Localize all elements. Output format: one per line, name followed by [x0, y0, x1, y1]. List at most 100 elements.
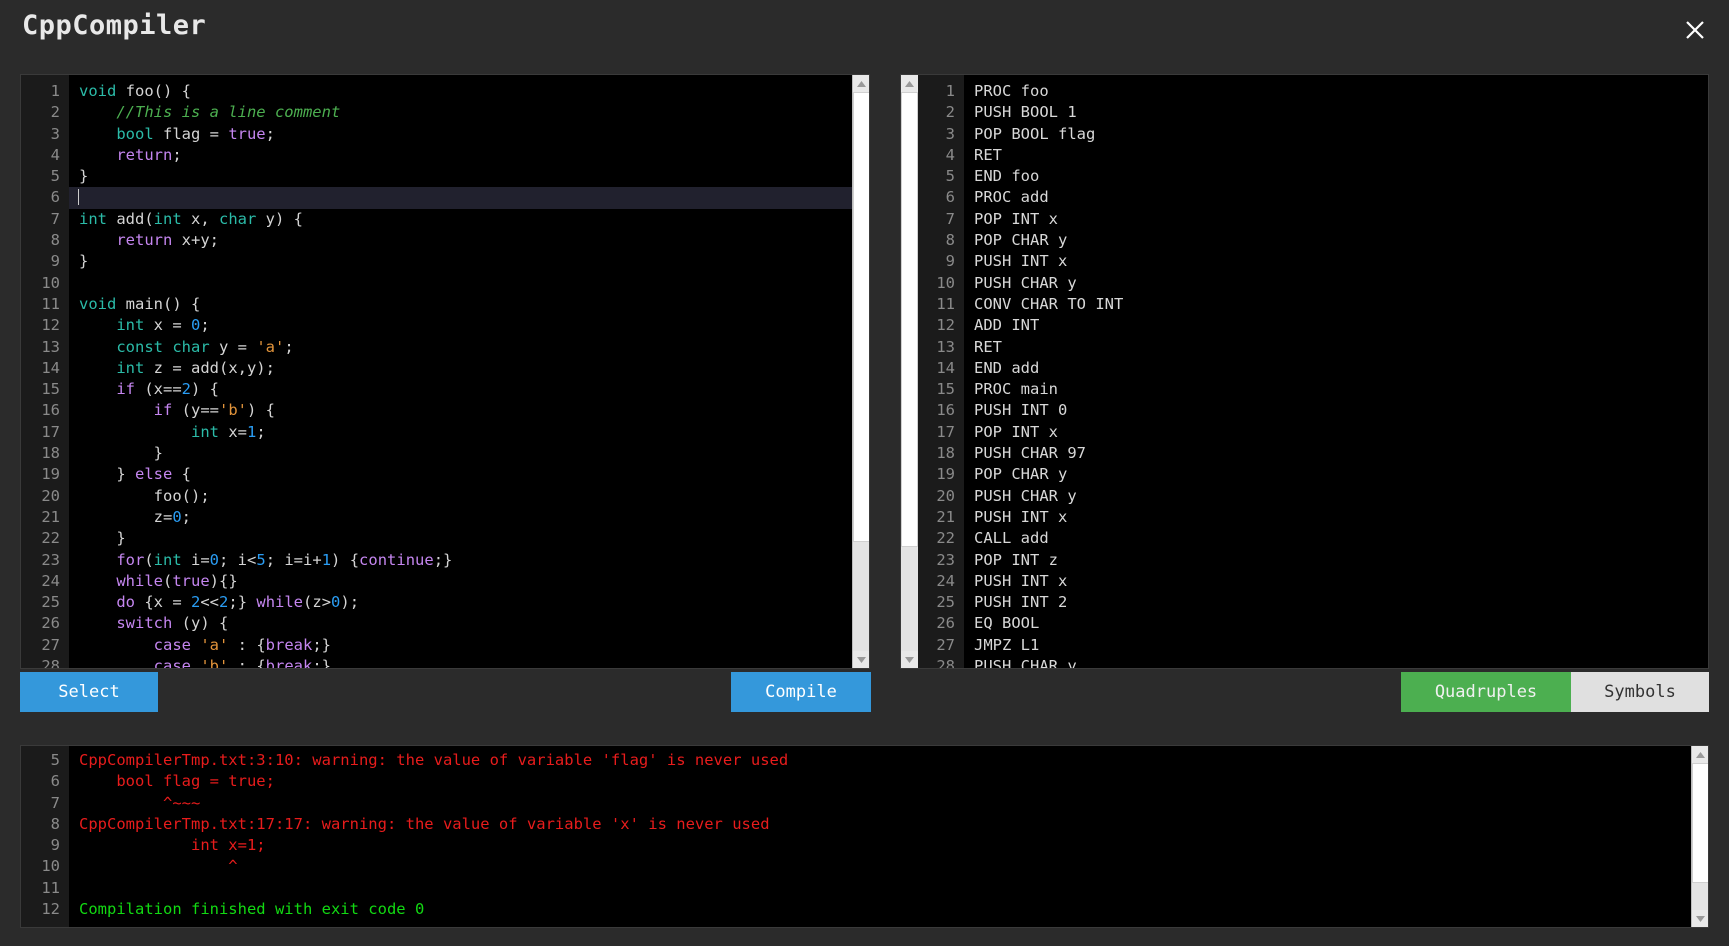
code-token: (z> — [303, 593, 332, 612]
code-token: ; — [256, 422, 266, 441]
output-view-tabs: Quadruples Symbols — [1401, 672, 1709, 712]
code-line[interactable]: int x=1; — [79, 422, 869, 443]
code-token: {x = — [135, 593, 191, 612]
code-line[interactable]: case 'b' : {break;} — [79, 656, 869, 668]
line-number: 12 — [936, 316, 955, 335]
output-scroll-thumb[interactable] — [901, 92, 918, 547]
line-number: 4 — [50, 145, 60, 164]
compiler-console[interactable]: 5 6 7 8 9 10 11 12 CppCompilerTmp.txt:3:10: war… — [20, 745, 1709, 928]
editor-scroll-track[interactable] — [853, 542, 869, 651]
line-number: 6 — [50, 772, 60, 791]
code-line[interactable]: } — [79, 528, 869, 549]
console-scroll-down-icon[interactable] — [1692, 910, 1708, 927]
code-token: do — [116, 593, 135, 612]
line-number: 9 — [945, 252, 955, 271]
code-line[interactable]: void foo() { — [79, 81, 869, 102]
code-token: int — [190, 422, 219, 441]
console-scrollbar[interactable] — [1691, 746, 1708, 927]
line-number: 15 — [936, 380, 955, 399]
output-scroll-track[interactable] — [901, 547, 918, 651]
select-file-button[interactable]: Select — [20, 672, 158, 712]
code-token: } — [79, 444, 163, 463]
quadruple-line: POP CHAR y — [974, 231, 1068, 250]
quadruple-line: RET — [974, 145, 1002, 164]
code-line[interactable]: int z = add(x,y); — [79, 358, 869, 379]
quadruple-line: POP INT x — [974, 209, 1058, 228]
code-line[interactable]: } — [79, 443, 869, 464]
code-line[interactable]: if (y=='b') { — [79, 400, 869, 421]
quadruples-output-panel[interactable]: 1 2 3 4 5 6 7 8 9 10 11 12 13 14 15 16 17 18 19 20 21 22 23 24 2… — [900, 74, 1709, 669]
code-token: return — [116, 231, 173, 250]
code-line[interactable]: while(true){} — [79, 571, 869, 592]
code-token: bool — [116, 124, 154, 143]
code-line[interactable] — [69, 187, 869, 209]
code-token: case — [153, 635, 191, 654]
line-number: 12 — [41, 316, 60, 335]
output-scrollbar[interactable] — [901, 75, 918, 668]
code-line[interactable]: return x+y; — [79, 230, 869, 251]
code-token: break — [265, 657, 313, 668]
code-token: add( — [107, 209, 154, 228]
line-number: 2 — [50, 103, 60, 122]
close-button[interactable] — [1673, 8, 1717, 52]
code-line[interactable]: void main() { — [79, 294, 869, 315]
code-line[interactable] — [79, 273, 869, 294]
quadruple-line: PUSH INT 0 — [974, 401, 1068, 420]
quadruple-line: PUSH CHAR y — [974, 657, 1077, 669]
line-number: 19 — [41, 465, 60, 484]
code-line[interactable]: int add(int x, char y) { — [79, 209, 869, 230]
tab-symbols[interactable]: Symbols — [1571, 672, 1709, 712]
output-scroll-down-icon[interactable] — [901, 651, 918, 668]
code-token: x = — [144, 316, 191, 335]
code-line[interactable]: z=0; — [79, 507, 869, 528]
code-line[interactable]: } else { — [79, 464, 869, 485]
code-line[interactable]: foo(); — [79, 486, 869, 507]
code-line[interactable]: for(int i=0; i<5; i=i+1) {continue;} — [79, 550, 869, 571]
line-number: 15 — [41, 380, 60, 399]
code-line[interactable]: if (x==2) { — [79, 379, 869, 400]
code-token: << — [200, 593, 220, 612]
console-scroll-track[interactable] — [1692, 883, 1708, 910]
title-bar: CppCompiler — [0, 0, 1729, 62]
editor-line-numbers: 1 2 3 4 5 6 7 8 9 10 11 12 13 14 15 16 17 18 19 20 21 22 23 24 2… — [21, 75, 69, 668]
console-scroll-up-icon[interactable] — [1692, 746, 1708, 763]
code-token: ; i=i+ — [265, 550, 322, 569]
line-number: 14 — [936, 358, 955, 377]
code-line[interactable]: bool flag = true; — [79, 124, 869, 145]
code-line[interactable]: switch (y) { — [79, 613, 869, 634]
code-line[interactable]: //This is a line comment — [79, 102, 869, 123]
line-number: 11 — [41, 878, 60, 897]
compile-button[interactable]: Compile — [731, 672, 871, 712]
output-scroll-up-icon[interactable] — [901, 75, 918, 92]
code-token: : { — [228, 635, 266, 654]
code-token: int — [79, 209, 107, 228]
scroll-up-icon[interactable] — [853, 75, 869, 92]
line-number: 8 — [50, 814, 60, 833]
quadruple-line: PUSH BOOL 1 — [974, 103, 1077, 122]
code-token: for — [116, 550, 145, 569]
line-number: 16 — [41, 401, 60, 420]
code-token: y = — [209, 337, 257, 356]
editor-text-area[interactable]: void foo() { //This is a line comment bo… — [69, 75, 869, 668]
code-line[interactable]: } — [79, 166, 869, 187]
source-code-editor[interactable]: 1 2 3 4 5 6 7 8 9 10 11 12 13 14 15 16 17 18 19 20 21 22 23 24 2… — [20, 74, 870, 669]
editor-scrollbar[interactable] — [852, 75, 869, 668]
code-line[interactable]: } — [79, 251, 869, 272]
code-line[interactable]: case 'a' : {break;} — [79, 635, 869, 656]
console-scroll-thumb[interactable] — [1692, 763, 1708, 883]
tab-quadruples[interactable]: Quadruples — [1401, 672, 1571, 712]
console-line: CppCompilerTmp.txt:17:17: warning: the v… — [79, 814, 770, 833]
code-line[interactable]: do {x = 2<<2;} while(z>0); — [79, 592, 869, 613]
code-line[interactable]: return; — [79, 145, 869, 166]
code-line[interactable]: int x = 0; — [79, 315, 869, 336]
line-number: 19 — [936, 465, 955, 484]
quadruple-line: PUSH CHAR 97 — [974, 444, 1086, 463]
line-number: 5 — [50, 751, 60, 769]
editor-scroll-thumb[interactable] — [853, 92, 869, 542]
scroll-down-icon[interactable] — [853, 651, 869, 668]
line-number: 10 — [41, 857, 60, 876]
code-line[interactable]: const char y = 'a'; — [79, 337, 869, 358]
